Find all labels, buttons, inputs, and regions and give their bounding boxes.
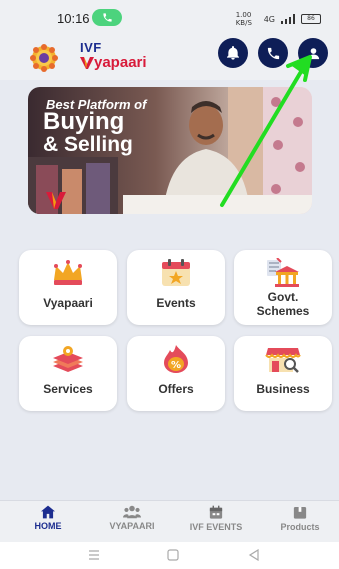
bell-icon	[227, 46, 239, 60]
home-square-icon[interactable]	[166, 549, 180, 561]
network-speed: 1.00 KB/S	[235, 11, 252, 27]
tile-label: Govt. Schemes	[256, 290, 310, 318]
profile-button[interactable]	[298, 38, 328, 68]
tile-label: Offers	[158, 382, 194, 396]
phone-icon	[102, 13, 112, 22]
nav-vyapaari[interactable]: VYAPAARI	[92, 505, 172, 531]
logo-v-mark-icon	[80, 57, 94, 69]
nav-products[interactable]: Products	[260, 505, 339, 532]
logo-ivf-text: IVF	[80, 40, 102, 55]
app-header: IVF yapaari	[0, 36, 339, 80]
svg-text:%: %	[171, 360, 181, 371]
nav-label: IVF EVENTS	[189, 522, 243, 532]
status-time: 10:16	[57, 11, 90, 26]
tile-events[interactable]: Events	[127, 250, 225, 325]
tile-label: Events	[156, 296, 196, 310]
back-triangle-icon[interactable]	[247, 549, 261, 561]
status-indicators: 1.00 KB/S 4G 86	[236, 11, 321, 27]
battery-icon: 86	[301, 14, 321, 24]
system-navigation-bar	[0, 542, 339, 569]
tile-label: Business	[256, 382, 310, 396]
logo-yapaari-text: yapaari	[94, 54, 147, 71]
users-icon	[123, 505, 141, 519]
nav-label: Products	[280, 522, 320, 532]
home-icon	[41, 505, 55, 519]
header-actions	[218, 38, 328, 68]
status-bar: 10:16 1.00 KB/S 4G 86	[0, 0, 339, 36]
box-icon	[293, 507, 307, 519]
nav-ivf-events[interactable]: IVF EVENTS	[176, 505, 256, 532]
discount-flame-icon: %	[164, 345, 188, 373]
nav-label: HOME	[34, 521, 62, 531]
promo-banner[interactable]: Best Platform of Buying & Selling	[28, 87, 312, 214]
notifications-button[interactable]	[218, 38, 248, 68]
user-icon	[307, 47, 319, 59]
tile-label: Vyapaari	[43, 296, 93, 310]
ivf-emblem-icon	[30, 44, 58, 72]
bottom-navigation: HOME VYAPAARI IVF EVENTS Products	[0, 500, 339, 542]
calendar-star-icon	[162, 259, 190, 286]
ongoing-call-indicator[interactable]	[92, 9, 122, 26]
nav-home[interactable]: HOME	[8, 505, 88, 531]
nav-label: VYAPAARI	[109, 521, 155, 531]
calendar-icon	[209, 505, 223, 519]
crown-icon	[54, 260, 82, 285]
tile-business[interactable]: Business	[234, 336, 332, 411]
tile-label: Services	[43, 382, 93, 396]
call-button[interactable]	[258, 38, 288, 68]
tile-govt-schemes[interactable]: Govt. Schemes	[234, 250, 332, 325]
menu-icon[interactable]	[87, 549, 101, 561]
signal-label: 4G	[263, 14, 275, 24]
tile-services[interactable]: Services	[19, 336, 117, 411]
phone-icon	[267, 47, 279, 59]
tile-offers[interactable]: % Offers	[127, 336, 225, 411]
layered-services-icon	[53, 346, 83, 372]
signal-icon	[281, 14, 295, 24]
home-content: Best Platform of Buying & Selling Vyapaa…	[0, 80, 339, 500]
government-building-icon	[267, 258, 299, 287]
banner-title-line2: & Selling	[43, 133, 133, 156]
banner-title-line1: Buying	[43, 108, 125, 135]
tile-vyapaari[interactable]: Vyapaari	[19, 250, 117, 325]
shop-search-icon	[265, 348, 301, 373]
